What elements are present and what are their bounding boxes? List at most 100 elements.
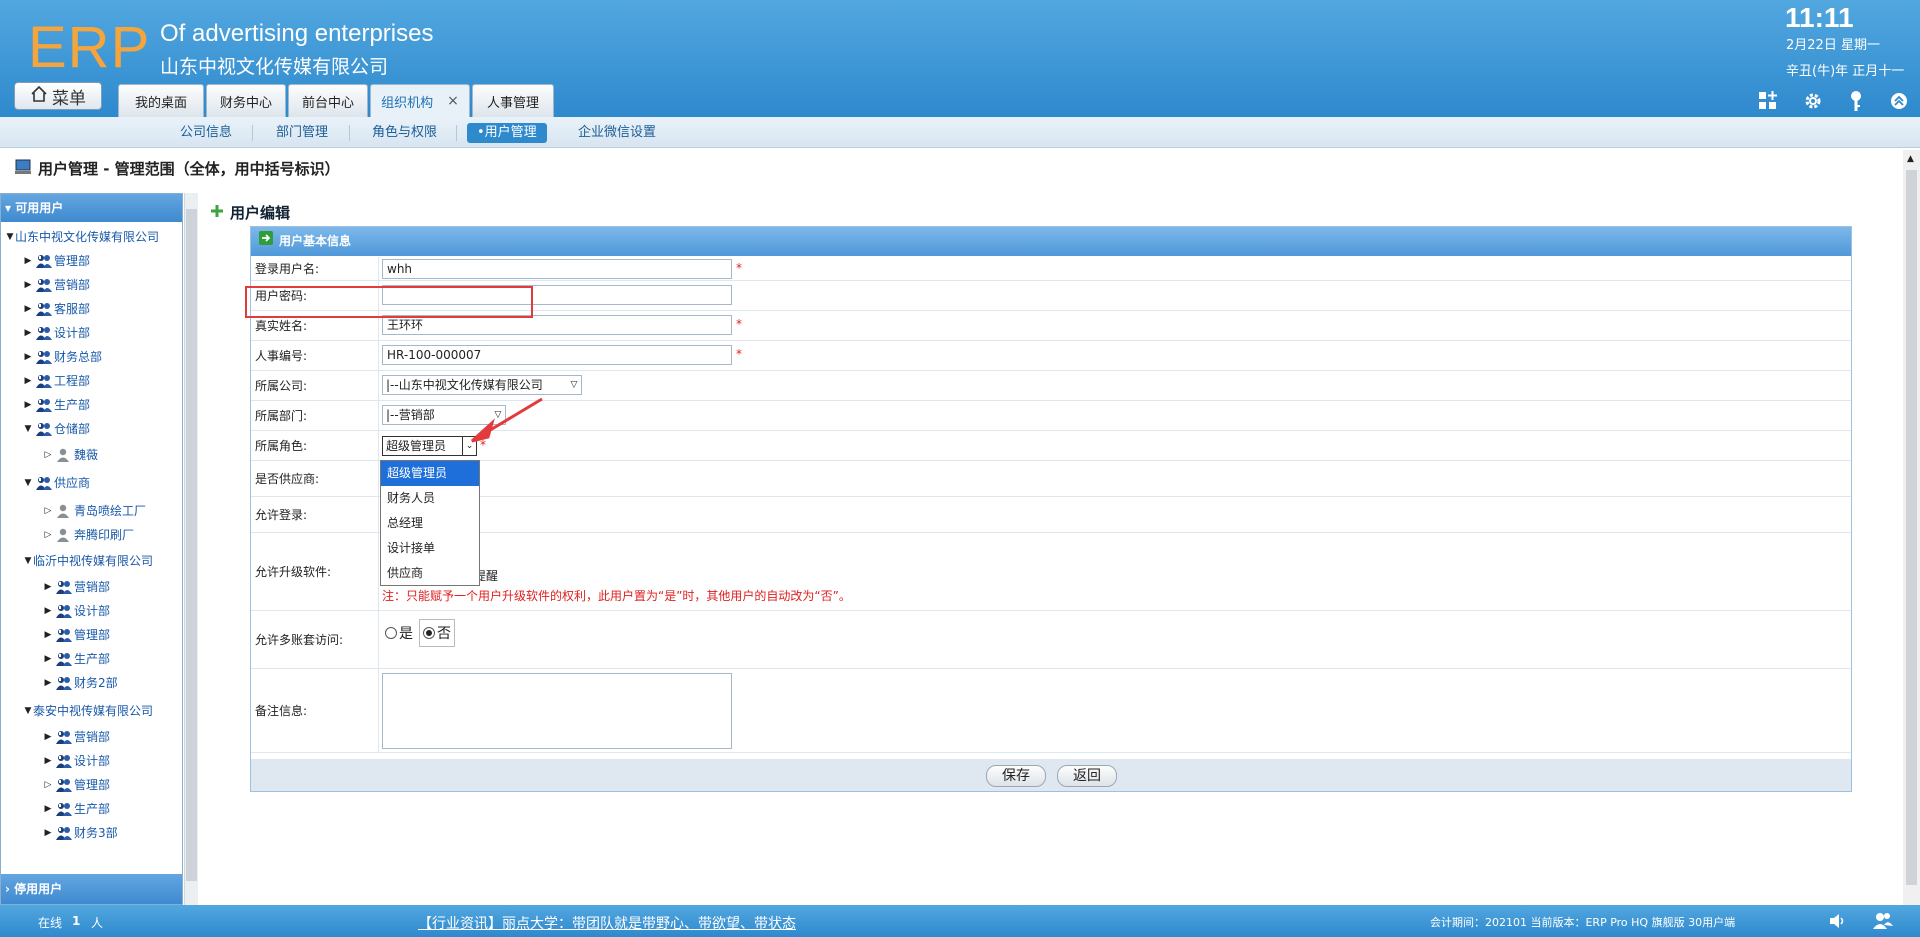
caret-right-icon[interactable]: ▶ [43,732,53,742]
subnav-user-mgmt[interactable]: •用户管理 [467,123,547,143]
key-icon[interactable] [1843,88,1869,114]
username-label: 登录用户名: [251,257,379,280]
tree-node[interactable]: ▼ 山东中视文化传媒有限公司 [5,228,159,245]
tree-node[interactable]: ▶ 工程部 [23,372,90,389]
tab-organization[interactable]: 组织机构 × [370,84,470,117]
role-select[interactable]: 超级管理员 ⌄ [382,436,477,456]
tree-node[interactable]: ▼ 泰安中视传媒有限公司 [23,702,153,719]
tab-finance[interactable]: 财务中心 [206,84,286,117]
tab-hr[interactable]: 人事管理 [472,84,554,117]
role-option-design[interactable]: 设计接单 [381,536,479,561]
user-icon [56,448,72,462]
tree-node[interactable]: ▶ 生产部 [43,650,110,667]
caret-down-icon[interactable]: ▼ [23,478,33,488]
caret-down-icon[interactable]: ▼ [5,232,15,242]
users-icon[interactable] [1872,911,1894,934]
tab-label: 人事管理 [486,95,539,111]
tree-node[interactable]: ▼ 临沂中视传媒有限公司 [23,552,153,569]
radio-no[interactable]: 否 [419,619,455,647]
tree-node[interactable]: ▶ 生产部 [43,800,110,817]
role-select-value: 超级管理员 [386,439,447,453]
radio-yes[interactable]: 是 [385,623,413,643]
allow-upgrade-label: 允许升级软件: [251,533,379,610]
scroll-up-icon[interactable]: ▲ [1907,154,1914,164]
remark-textarea[interactable] [382,673,732,749]
subnav-dept-mgmt[interactable]: 部门管理 [276,123,328,143]
department-icon [36,422,52,436]
menu-button[interactable]: 菜单 [14,82,102,110]
caret-right-icon[interactable]: ▷ [43,450,53,460]
tree-node[interactable]: ▷ 管理部 [43,776,110,793]
tree-node[interactable]: ▷ 青岛喷绘工厂 [43,502,146,519]
tree-node[interactable]: ▷ 魏薇 [43,446,98,463]
tree-node[interactable]: ▶ 客服部 [23,300,90,317]
sidebar-scrollbar[interactable] [184,193,198,905]
main-section-title: 用户编辑 [210,202,290,223]
close-icon[interactable]: × [447,93,459,109]
realname-input[interactable]: 王环环 [382,315,732,335]
tree-node[interactable]: ▶ 管理部 [23,252,90,269]
scrollbar-thumb[interactable] [186,209,197,881]
caret-down-icon[interactable]: ▼ [23,706,33,716]
tree-node[interactable]: ▶ 设计部 [23,324,90,341]
department-icon [36,398,52,412]
subnav-company-info[interactable]: 公司信息 [180,123,232,143]
tree-node[interactable]: ▶ 营销部 [43,728,110,745]
caret-right-icon[interactable]: ▶ [43,606,53,616]
grid-add-icon[interactable] [1755,88,1781,114]
tree-node[interactable]: ▼ 供应商 [23,474,90,491]
tree-node-label: 营销部 [74,580,111,594]
tree-node[interactable]: ▶ 管理部 [43,626,110,643]
caret-right-icon[interactable]: ▶ [43,756,53,766]
tree-node[interactable]: ▶ 财务2部 [43,674,118,691]
caret-right-icon[interactable]: ▶ [43,630,53,640]
employee-number-input[interactable]: HR-100-000007 [382,345,732,365]
scrollbar-thumb[interactable] [1906,170,1917,885]
collapse-up-icon[interactable] [1886,88,1912,114]
tree-node[interactable]: ▶ 设计部 [43,602,110,619]
speaker-icon[interactable] [1828,911,1848,934]
gear-icon[interactable] [1800,88,1826,114]
caret-right-icon[interactable]: ▶ [23,304,33,314]
tree-node[interactable]: ▶ 设计部 [43,752,110,769]
back-button[interactable]: 返回 [1057,765,1117,787]
caret-right-icon[interactable]: ▶ [43,828,53,838]
company-select[interactable]: |--山东中视文化传媒有限公司 ▽ [382,375,582,395]
caret-down-icon[interactable]: ▼ [23,424,33,434]
role-option-supplier[interactable]: 供应商 [381,561,479,586]
caret-right-icon[interactable]: ▶ [23,352,33,362]
subnav-roles[interactable]: 角色与权限 [372,123,437,143]
caret-right-icon[interactable]: ▷ [43,780,53,790]
tree-node[interactable]: ▶ 营销部 [23,276,90,293]
username-input[interactable]: whh [382,259,732,279]
tree-node[interactable]: ▶ 财务3部 [43,824,118,841]
caret-right-icon[interactable]: ▶ [43,804,53,814]
caret-right-icon[interactable]: ▶ [43,654,53,664]
caret-right-icon[interactable]: ▶ [23,376,33,386]
caret-right-icon[interactable]: ▷ [43,530,53,540]
tab-desktop[interactable]: 我的桌面 [118,84,204,117]
caret-right-icon[interactable]: ▷ [43,506,53,516]
tree-node[interactable]: ▼ 仓储部 [23,420,90,437]
caret-right-icon[interactable]: ▶ [23,256,33,266]
sidebar-header-disabled-users[interactable]: › 停用用户 [1,874,182,904]
save-button[interactable]: 保存 [986,765,1046,787]
tree-node[interactable]: ▶ 营销部 [43,578,110,595]
caret-right-icon[interactable]: ▶ [23,328,33,338]
caret-right-icon[interactable]: ▶ [43,678,53,688]
tab-front-desk[interactable]: 前台中心 [288,84,368,117]
tree-node[interactable]: ▶ 财务总部 [23,348,102,365]
role-option-finance[interactable]: 财务人员 [381,486,479,511]
role-option-general-manager[interactable]: 总经理 [381,511,479,536]
news-ticker-link[interactable]: 【行业资讯】丽点大学：带团队就是带野心、带欲望、带状态 [418,913,796,933]
main-scrollbar[interactable]: ▲ [1903,150,1920,905]
caret-right-icon[interactable]: ▶ [23,280,33,290]
role-option-super-admin[interactable]: 超级管理员 [381,461,479,486]
tree-node[interactable]: ▶ 生产部 [23,396,90,413]
subnav-wechat-settings[interactable]: 企业微信设置 [578,123,656,143]
sidebar-header-active-users[interactable]: ▾ 可用用户 [1,194,182,222]
caret-right-icon[interactable]: ▶ [23,400,33,410]
caret-down-icon[interactable]: ▼ [23,556,33,566]
caret-right-icon[interactable]: ▶ [43,582,53,592]
tree-node[interactable]: ▷ 奔腾印刷厂 [43,526,134,543]
